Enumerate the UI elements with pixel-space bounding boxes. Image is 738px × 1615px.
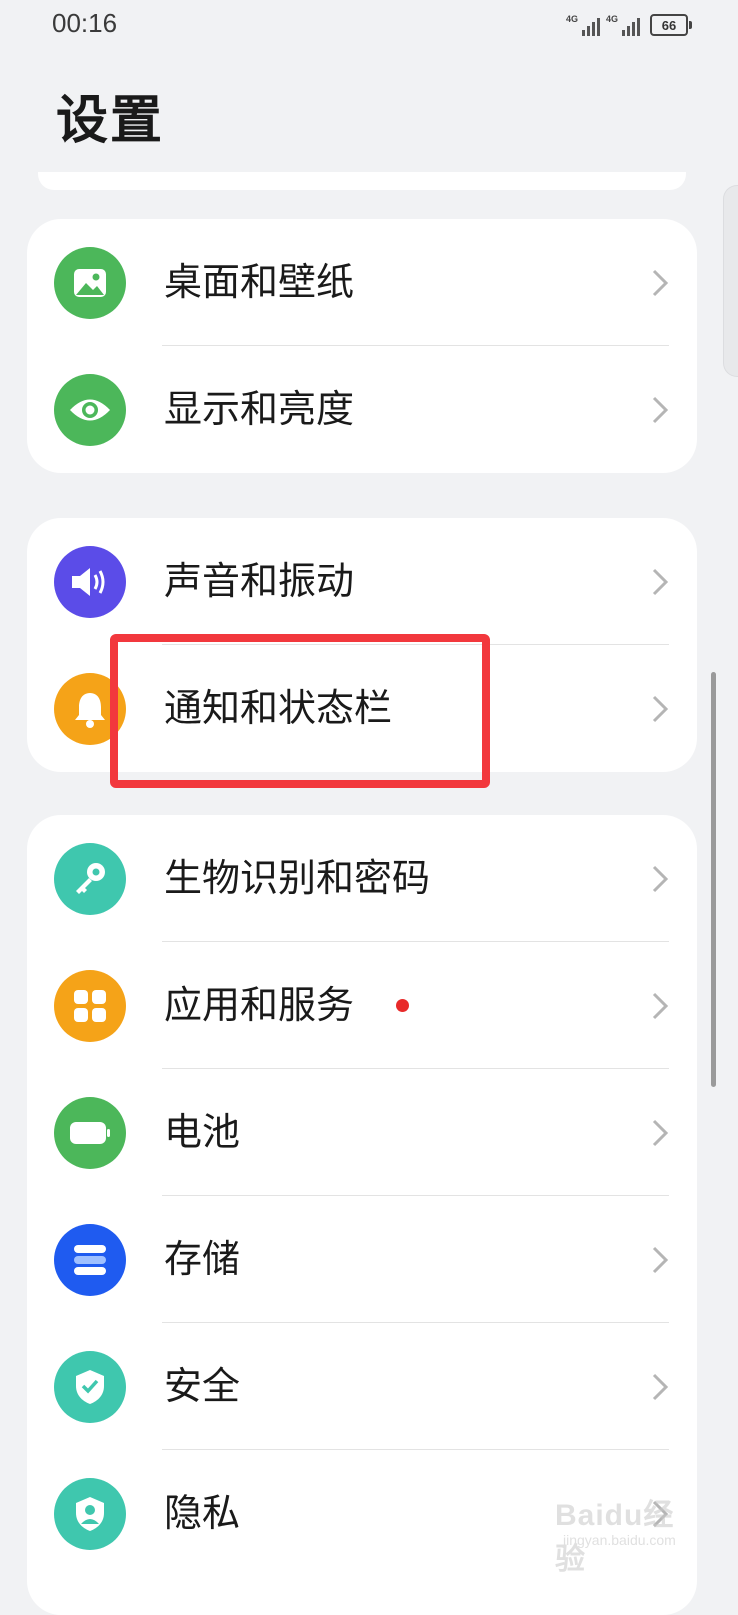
settings-item-notifications[interactable]: 通知和状态栏: [27, 645, 697, 772]
network-type-label: 4G: [566, 14, 579, 24]
settings-item-label: 通知和状态栏: [164, 686, 393, 730]
scrolled-card-edge: [38, 172, 686, 190]
chevron-right-icon: [652, 269, 669, 297]
watermark-url: jingyan.baidu.com: [563, 1532, 676, 1548]
battery-icon: 66: [650, 14, 692, 36]
status-time: 00:16: [52, 8, 118, 38]
side-panel-handle[interactable]: [723, 185, 738, 377]
signal-icon: 4G: [566, 14, 600, 36]
chevron-right-icon: [652, 695, 669, 723]
settings-item-display[interactable]: 显示和亮度: [27, 346, 697, 473]
image-icon: [54, 247, 126, 319]
battery-level: 66: [661, 17, 677, 33]
settings-item-wallpaper[interactable]: 桌面和壁纸: [27, 219, 697, 346]
battery-icon: [54, 1097, 126, 1169]
chevron-right-icon: [652, 1373, 669, 1401]
storage-icon: [54, 1224, 126, 1296]
settings-item-label: 显示和亮度: [164, 387, 355, 431]
settings-item-label: 安全: [164, 1364, 241, 1408]
settings-item-label: 生物识别和密码: [164, 856, 431, 900]
signal-icon: 4G: [606, 14, 640, 36]
chevron-right-icon: [652, 1119, 669, 1147]
apps-icon: [54, 970, 126, 1042]
chevron-right-icon: [652, 992, 669, 1020]
settings-item-sound[interactable]: 声音和振动: [27, 518, 697, 645]
chevron-right-icon: [652, 396, 669, 424]
status-bar: 00:16 4G 4G 66: [0, 0, 738, 50]
settings-item-label: 存储: [164, 1237, 241, 1281]
chevron-right-icon: [652, 865, 669, 893]
settings-item-apps[interactable]: 应用和服务: [27, 942, 697, 1069]
settings-item-security[interactable]: 安全: [27, 1323, 697, 1450]
network-type-label: 4G: [606, 14, 619, 24]
settings-item-label: 桌面和壁纸: [164, 260, 355, 304]
settings-item-storage[interactable]: 存储: [27, 1196, 697, 1323]
status-icons: 4G 4G 66: [566, 12, 692, 38]
privacy-shield-icon: [54, 1478, 126, 1550]
settings-item-label: 声音和振动: [164, 559, 355, 603]
settings-item-label: 电池: [164, 1110, 241, 1154]
shield-check-icon: [54, 1351, 126, 1423]
settings-item-label: 隐私: [164, 1491, 241, 1535]
settings-group-display: 桌面和壁纸 显示和亮度: [27, 219, 697, 473]
watermark-logo: Baidu经验 jingyan.baidu.com: [555, 1490, 695, 1576]
new-badge: [396, 999, 409, 1012]
eye-icon: [54, 374, 126, 446]
scrollbar[interactable]: [711, 672, 716, 1087]
chevron-right-icon: [652, 568, 669, 596]
settings-group-sound: 声音和振动 通知和状态栏: [27, 518, 697, 772]
bell-icon: [54, 673, 126, 745]
chevron-right-icon: [652, 1246, 669, 1274]
speaker-icon: [54, 546, 126, 618]
page-title: 设置: [56, 91, 165, 151]
settings-item-battery[interactable]: 电池: [27, 1069, 697, 1196]
settings-item-biometrics[interactable]: 生物识别和密码: [27, 815, 697, 942]
key-icon: [54, 843, 126, 915]
settings-item-label: 应用和服务: [164, 983, 355, 1027]
